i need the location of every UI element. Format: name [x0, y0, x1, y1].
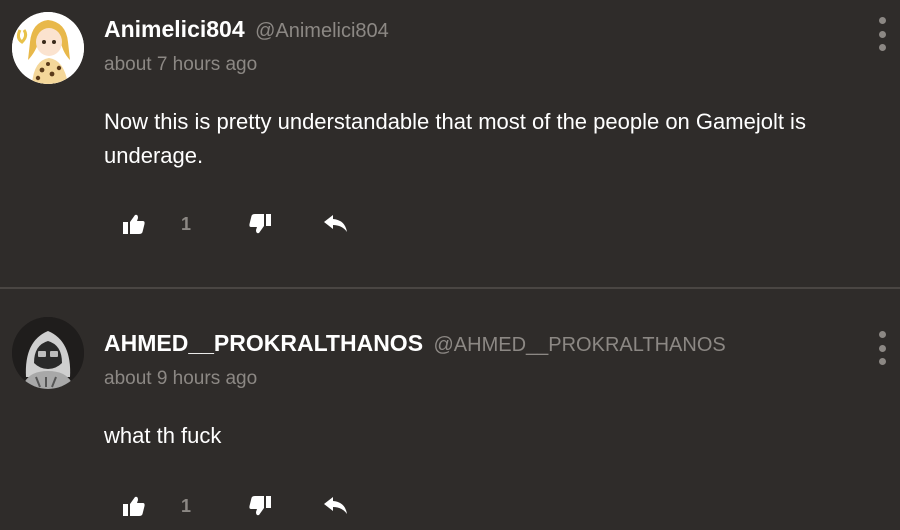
comment-item: AHMED__PROKRALTHANOS @AHMED__PROKRALTHAN… — [0, 289, 900, 530]
anime-girl-avatar-icon — [12, 12, 84, 84]
like-button[interactable] — [120, 492, 148, 520]
comment-feed: Animelici804 @Animelici804 about 7 hours… — [0, 0, 900, 530]
dot-icon — [878, 344, 886, 352]
thumbs-up-icon — [123, 214, 145, 234]
dislike-button[interactable] — [246, 492, 274, 520]
dislike-button[interactable] — [246, 210, 274, 238]
reply-icon — [324, 215, 347, 232]
avatar[interactable] — [12, 12, 84, 84]
like-button[interactable] — [120, 210, 148, 238]
reply-button[interactable] — [322, 492, 350, 520]
display-name[interactable]: AHMED__PROKRALTHANOS — [104, 330, 423, 356]
username[interactable]: @AHMED__PROKRALTHANOS — [434, 334, 726, 356]
timestamp[interactable]: about 7 hours ago — [104, 54, 257, 76]
comment-body: what th fuck — [104, 423, 222, 448]
comment-header: Animelici804 @Animelici804 — [104, 16, 389, 43]
timestamp[interactable]: about 9 hours ago — [104, 368, 257, 390]
more-options-button[interactable] — [870, 17, 894, 51]
reply-button[interactable] — [322, 210, 350, 238]
username[interactable]: @Animelici804 — [255, 20, 389, 42]
dot-icon — [878, 358, 886, 365]
comment-item: Animelici804 @Animelici804 about 7 hours… — [0, 0, 900, 288]
thumbs-down-icon — [249, 496, 271, 516]
like-count: 1 — [180, 213, 191, 234]
like-count: 1 — [180, 495, 191, 516]
dot-icon — [878, 30, 886, 38]
comment-body: Now this is pretty understandable that m… — [104, 109, 806, 168]
display-name[interactable]: Animelici804 — [104, 16, 245, 42]
more-options-button[interactable] — [870, 331, 894, 365]
avatar[interactable] — [12, 317, 84, 389]
comment-header: AHMED__PROKRALTHANOS @AHMED__PROKRALTHAN… — [104, 330, 726, 357]
dot-icon — [878, 17, 886, 24]
thumbs-up-icon — [123, 496, 145, 516]
reply-icon — [324, 497, 347, 514]
thumbs-down-icon — [249, 214, 271, 234]
hooded-figure-avatar-icon — [12, 317, 84, 389]
dot-icon — [878, 44, 886, 51]
dot-icon — [878, 331, 886, 338]
